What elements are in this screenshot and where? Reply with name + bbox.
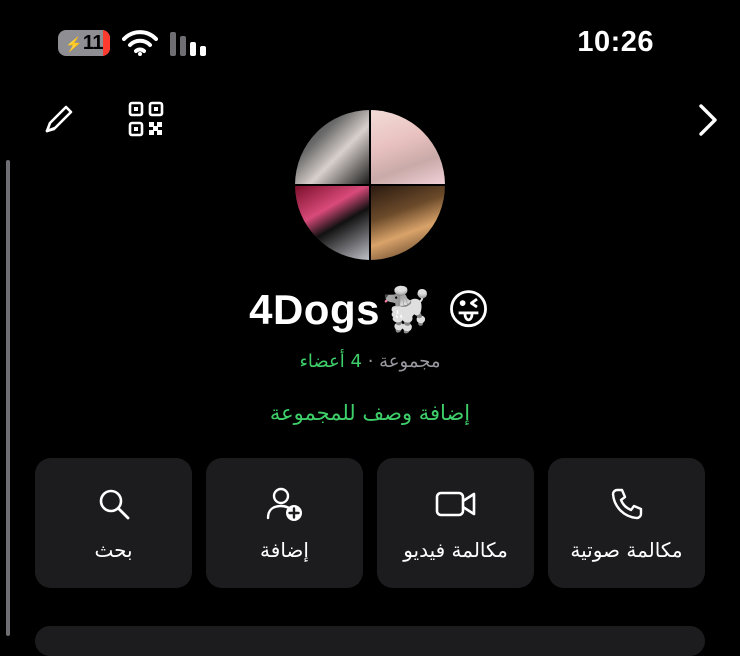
search-icon bbox=[99, 489, 129, 520]
forward-button[interactable] bbox=[696, 103, 720, 141]
video-camera-icon bbox=[435, 491, 475, 517]
charging-bolt-icon: ⚡ bbox=[64, 35, 82, 52]
search-button-label: بحث bbox=[94, 538, 133, 562]
action-buttons: بحث إضافة مكالمة فيديو مكالمة صوتية bbox=[35, 458, 705, 588]
battery-low-fill bbox=[103, 30, 110, 56]
qr-code-button[interactable] bbox=[128, 101, 164, 141]
phone-icon bbox=[611, 488, 642, 520]
pencil-edit-icon bbox=[45, 105, 73, 133]
voice-call-button[interactable]: مكالمة صوتية bbox=[548, 458, 705, 588]
add-description-link[interactable]: إضافة وصف للمجموعة bbox=[0, 401, 740, 425]
edit-button[interactable] bbox=[42, 102, 76, 140]
avatar-photo-1 bbox=[295, 110, 369, 184]
group-name-emojis: 🐩 😜 bbox=[379, 285, 491, 334]
video-call-button[interactable]: مكالمة فيديو bbox=[377, 458, 534, 588]
qr-code-icon bbox=[128, 101, 164, 137]
search-button[interactable]: بحث bbox=[35, 458, 192, 588]
add-person-icon bbox=[266, 487, 302, 521]
avatar-photo-4 bbox=[371, 186, 445, 260]
battery-indicator: ⚡11 bbox=[58, 30, 110, 56]
group-name: 4Dogs🐩 😜 bbox=[0, 285, 740, 335]
avatar-photo-3 bbox=[295, 186, 369, 260]
scrollbar[interactable] bbox=[6, 160, 10, 636]
wifi-icon bbox=[122, 30, 158, 56]
video-call-button-label: مكالمة فيديو bbox=[403, 538, 508, 562]
group-name-text: 4Dogs bbox=[249, 286, 380, 333]
meta-separator: · bbox=[367, 351, 374, 372]
voice-call-button-label: مكالمة صوتية bbox=[570, 538, 683, 562]
battery-percent: 11 bbox=[82, 31, 104, 54]
group-type-label: مجموعة bbox=[379, 351, 441, 372]
group-meta: مجموعة · 4 أعضاء bbox=[0, 351, 740, 372]
avatar-photo-2 bbox=[371, 110, 445, 184]
next-section-card bbox=[35, 626, 705, 656]
battery-level: ⚡11 bbox=[64, 31, 104, 55]
add-member-button[interactable]: إضافة bbox=[206, 458, 363, 588]
status-bar: ⚡11 10:26 bbox=[0, 0, 740, 90]
members-count-link[interactable]: 4 أعضاء bbox=[299, 351, 361, 372]
add-member-button-label: إضافة bbox=[260, 538, 309, 562]
status-time: 10:26 bbox=[577, 26, 654, 58]
chevron-right-icon bbox=[699, 104, 717, 136]
cellular-signal-icon bbox=[170, 32, 206, 56]
group-avatar[interactable] bbox=[295, 110, 445, 260]
